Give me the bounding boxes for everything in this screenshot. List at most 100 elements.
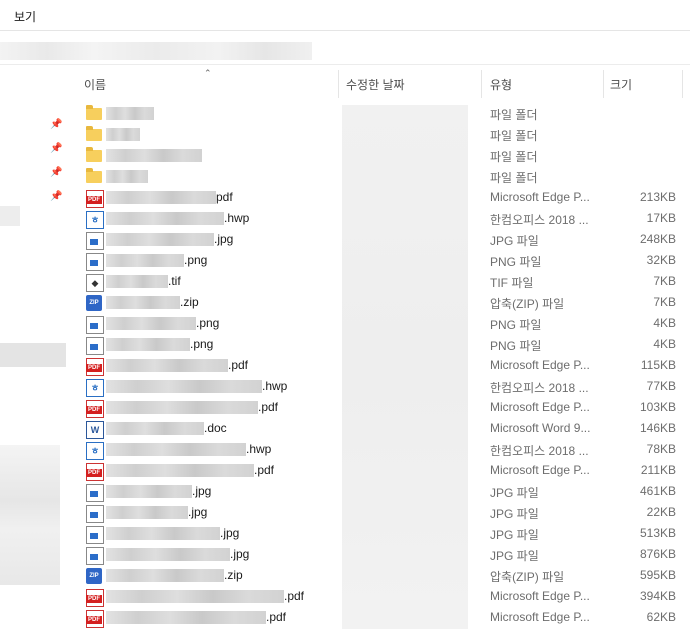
file-size: 211KB — [640, 463, 676, 477]
folder-icon — [86, 126, 102, 141]
hwp-icon: ㅎ — [86, 442, 104, 460]
image-icon — [86, 253, 104, 271]
filename-redacted — [106, 254, 184, 267]
file-type: Microsoft Edge P... — [490, 589, 590, 603]
column-header: ⌃ 이름 수정한 날짜 유형 크기 — [68, 68, 690, 98]
file-row[interactable]: .jpg JPG 파일 461KB — [68, 481, 690, 502]
folder-row[interactable]: 파일 폴더 — [68, 145, 690, 166]
file-extension: .jpg — [188, 505, 208, 519]
nav-items-redacted[interactable] — [0, 445, 60, 585]
nav-item-redacted[interactable] — [0, 206, 20, 226]
file-row[interactable]: .png PNG 파일 32KB — [68, 250, 690, 271]
file-row[interactable]: .jpg JPG 파일 248KB — [68, 229, 690, 250]
filename-redacted — [106, 611, 266, 624]
file-row[interactable]: PDF pdf Microsoft Edge P... 213KB — [68, 187, 690, 208]
folder-row[interactable]: 파일 폴더 — [68, 124, 690, 145]
column-name[interactable]: 이름 — [84, 76, 106, 93]
filename-redacted — [106, 380, 262, 393]
file-type: Microsoft Edge P... — [490, 358, 590, 372]
file-extension: .pdf — [266, 610, 287, 624]
file-extension: pdf — [216, 190, 233, 204]
pdf-icon: PDF — [86, 190, 104, 208]
filename-redacted — [106, 191, 216, 204]
image-icon — [86, 505, 104, 523]
pdf-icon: PDF — [86, 589, 104, 607]
column-divider[interactable] — [338, 70, 339, 98]
file-extension: .jpg — [220, 526, 240, 540]
navigation-pane[interactable]: 📌 📌 📌 📌 — [0, 65, 68, 629]
view-menu[interactable]: 보기 — [14, 8, 36, 25]
filename-redacted — [106, 569, 224, 582]
column-divider[interactable] — [603, 70, 604, 98]
filename-redacted — [106, 338, 190, 351]
column-divider[interactable] — [481, 70, 482, 98]
file-row[interactable]: .png PNG 파일 4KB — [68, 313, 690, 334]
folder-icon — [86, 147, 102, 162]
file-type: JPG 파일 — [490, 549, 539, 563]
file-extension: .hwp — [224, 211, 250, 225]
column-type[interactable]: 유형 — [490, 76, 512, 93]
folder-row[interactable]: 파일 폴더 — [68, 103, 690, 124]
file-row[interactable]: .jpg JPG 파일 513KB — [68, 523, 690, 544]
file-size: 4KB — [653, 316, 676, 330]
file-size: 22KB — [646, 505, 676, 519]
file-row[interactable]: PDF .pdf Microsoft Edge P... 103KB — [68, 397, 690, 418]
file-extension: .zip — [180, 295, 199, 309]
filename-redacted — [106, 275, 168, 288]
file-row[interactable]: .jpg JPG 파일 876KB — [68, 544, 690, 565]
file-size: 876KB — [639, 547, 676, 561]
nav-item-redacted[interactable] — [0, 343, 66, 367]
file-row[interactable]: ZIP .zip 압축(ZIP) 파일 595KB — [68, 565, 690, 586]
image-icon — [86, 547, 104, 565]
file-type: 압축(ZIP) 파일 — [490, 297, 565, 311]
file-row[interactable]: ㅎ .hwp 한컴오피스 2018 ... 17KB — [68, 208, 690, 229]
menu-bar: 보기 — [0, 0, 690, 31]
file-row[interactable]: PDF .pdf Microsoft Edge P... 211KB — [68, 460, 690, 481]
pin-icon: 📌 — [50, 191, 63, 202]
folder-row[interactable]: 파일 폴더 — [68, 166, 690, 187]
filename-redacted — [106, 464, 254, 477]
file-extension: .jpg — [192, 484, 212, 498]
file-size: 461KB — [639, 484, 676, 498]
file-row[interactable]: ◆ .tif TIF 파일 7KB — [68, 271, 690, 292]
file-size: 7KB — [653, 274, 676, 288]
file-size: 7KB — [653, 295, 676, 309]
filename-redacted — [106, 359, 228, 372]
file-size: 4KB — [653, 337, 676, 351]
file-row[interactable]: .jpg JPG 파일 22KB — [68, 502, 690, 523]
filename-redacted — [106, 443, 246, 456]
file-row[interactable]: PDF .pdf Microsoft Edge P... 62KB — [68, 607, 690, 628]
column-date-modified[interactable]: 수정한 날짜 — [346, 76, 405, 93]
file-row[interactable]: ㅎ .hwp 한컴오피스 2018 ... 78KB — [68, 439, 690, 460]
filename-redacted — [106, 527, 220, 540]
filename-redacted — [106, 170, 148, 183]
file-row[interactable]: W .doc Microsoft Word 9... 146KB — [68, 418, 690, 439]
folder-icon — [86, 168, 102, 183]
file-size: 394KB — [639, 589, 676, 603]
tif-icon: ◆ — [86, 274, 104, 292]
address-path-redacted — [0, 42, 312, 60]
file-size: 17KB — [646, 211, 676, 225]
file-size: 32KB — [646, 253, 676, 267]
file-row[interactable]: ZIP .zip 압축(ZIP) 파일 7KB — [68, 292, 690, 313]
pdf-icon: PDF — [86, 463, 104, 481]
file-type: Microsoft Word 9... — [490, 421, 591, 435]
file-extension: .doc — [204, 421, 227, 435]
file-row[interactable]: ㅎ .hwp 한컴오피스 2018 ... 77KB — [68, 376, 690, 397]
file-type: JPG 파일 — [490, 507, 539, 521]
file-row[interactable]: .png PNG 파일 4KB — [68, 334, 690, 355]
file-size: 78KB — [646, 442, 676, 456]
file-size: 595KB — [639, 568, 676, 582]
column-divider[interactable] — [682, 70, 683, 98]
file-extension: .png — [190, 337, 214, 351]
file-type: Microsoft Edge P... — [490, 463, 590, 477]
file-type: 파일 폴더 — [490, 150, 538, 164]
image-icon — [86, 484, 104, 502]
file-type: 한컴오피스 2018 ... — [490, 213, 589, 227]
column-size[interactable]: 크기 — [610, 76, 632, 93]
file-row[interactable]: PDF .pdf Microsoft Edge P... 394KB — [68, 586, 690, 607]
filename-redacted — [106, 107, 154, 120]
file-row[interactable]: PDF .pdf Microsoft Edge P... 115KB — [68, 355, 690, 376]
address-bar[interactable] — [0, 36, 690, 65]
file-type: JPG 파일 — [490, 528, 539, 542]
